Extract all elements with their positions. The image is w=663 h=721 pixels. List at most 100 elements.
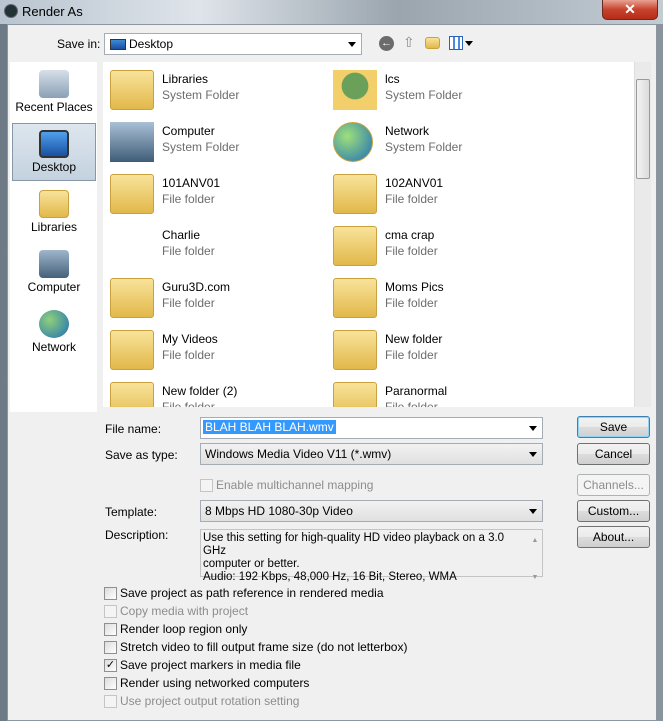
description-scrollbar[interactable]: ▲ ▼ (528, 530, 542, 581)
checkbox-box (104, 605, 117, 619)
file-item[interactable]: New folder (2) File folder (110, 378, 330, 407)
save-type-value: Windows Media Video V11 (*.wmv) (205, 447, 392, 461)
folder-icon (110, 278, 154, 318)
save-type-select[interactable]: Windows Media Video V11 (*.wmv) (200, 443, 543, 465)
file-name-input[interactable]: BLAH BLAH BLAH.wmv (200, 417, 543, 439)
file-name: Network (385, 124, 430, 138)
desktop-icon (39, 130, 69, 158)
file-item[interactable]: Paranormal File folder (333, 378, 553, 407)
view-dropdown-icon[interactable] (465, 41, 473, 46)
file-name: Computer (162, 124, 215, 138)
file-name: 101ANV01 (162, 176, 221, 190)
save-in-combo[interactable]: Desktop (104, 33, 362, 55)
file-name: Guru3D.com (162, 280, 231, 294)
file-item[interactable]: New folder File folder (333, 326, 553, 374)
option-label: Stretch video to fill output frame size … (120, 640, 408, 654)
file-type: File folder (162, 296, 215, 310)
chevron-down-icon (529, 452, 537, 457)
file-item[interactable]: Charlie File folder (110, 222, 330, 270)
computer-icon (110, 122, 154, 162)
place-label: Recent Places (15, 100, 93, 114)
file-item[interactable]: Guru3D.com File folder (110, 274, 330, 322)
cancel-button[interactable]: Cancel (577, 443, 650, 465)
file-name: 102ANV01 (385, 176, 444, 190)
file-name: Paranormal (385, 384, 448, 398)
file-type: File folder (385, 192, 438, 206)
place-network[interactable]: Network (12, 304, 96, 362)
save-button[interactable]: Save (577, 416, 650, 438)
channels-button[interactable]: Channels... (577, 474, 650, 496)
libraries-icon (39, 190, 69, 218)
place-recent-places[interactable]: Recent Places (12, 64, 96, 122)
file-type: File folder (385, 244, 438, 258)
app-icon (4, 4, 18, 18)
chevron-down-icon (529, 509, 537, 514)
option-label: Render using networked computers (120, 676, 310, 690)
back-icon[interactable]: ← (379, 36, 394, 51)
option-label: Use project output rotation setting (120, 694, 300, 708)
option-checkbox[interactable]: ✓ Save project markers in media file (104, 658, 301, 674)
folder-icon (110, 382, 154, 407)
save-type-label: Save as type: (105, 448, 178, 462)
option-label: Save project as path reference in render… (120, 586, 384, 600)
description-box: Use this setting for high-quality HD vid… (200, 529, 543, 583)
file-type: File folder (385, 348, 438, 362)
file-name: Charlie (162, 228, 201, 242)
file-list-scrollbar[interactable] (634, 62, 651, 407)
template-value: 8 Mbps HD 1080-30p Video (205, 504, 353, 518)
multichannel-label: Enable multichannel mapping (216, 478, 374, 492)
folder-icon (333, 330, 377, 370)
checkbox-box (104, 641, 117, 655)
user-folder-icon (333, 70, 377, 110)
folder-icon (333, 382, 377, 407)
file-item[interactable]: 102ANV01 File folder (333, 170, 553, 218)
file-type: File folder (162, 244, 215, 258)
option-checkbox[interactable]: Save project as path reference in render… (104, 586, 384, 602)
chevron-down-icon (529, 426, 537, 431)
place-libraries[interactable]: Libraries (12, 184, 96, 242)
description-line: Use this setting for high-quality HD vid… (203, 532, 505, 557)
file-item[interactable]: cma crap File folder (333, 222, 553, 270)
option-checkbox[interactable]: Copy media with project (104, 604, 248, 620)
folder-icon (110, 70, 154, 110)
option-label: Render loop region only (120, 622, 248, 636)
places-bar: Recent Places Desktop Libraries Computer… (10, 62, 97, 412)
up-folder-icon[interactable]: ⇧ (403, 34, 415, 51)
file-item[interactable]: Moms Pics File folder (333, 274, 553, 322)
template-select[interactable]: 8 Mbps HD 1080-30p Video (200, 500, 543, 522)
multichannel-checkbox[interactable]: Enable multichannel mapping (200, 478, 373, 494)
save-in-value: Desktop (129, 37, 174, 51)
option-checkbox[interactable]: Render loop region only (104, 622, 247, 638)
checkbox-box (104, 695, 117, 709)
view-menu-icon[interactable] (449, 36, 463, 50)
close-button[interactable]: ✕ (602, 0, 658, 20)
custom-button[interactable]: Custom... (577, 500, 650, 522)
file-type: System Folder (162, 88, 240, 102)
window-title: Render As (22, 4, 83, 19)
save-in-label: Save in: (57, 37, 101, 51)
file-name: Libraries (162, 72, 209, 86)
file-item[interactable]: Computer System Folder (110, 118, 330, 166)
file-item[interactable]: My Videos File folder (110, 326, 330, 374)
file-name: My Videos (162, 332, 218, 346)
place-label: Desktop (31, 160, 77, 174)
scrollbar-thumb[interactable] (636, 79, 650, 179)
place-computer[interactable]: Computer (12, 244, 96, 302)
new-folder-icon[interactable] (425, 37, 440, 49)
folder-icon (110, 174, 154, 214)
file-item[interactable]: lcs System Folder (333, 66, 553, 114)
description-label: Description: (105, 528, 169, 542)
folder-icon (110, 226, 154, 266)
file-item[interactable]: 101ANV01 File folder (110, 170, 330, 218)
option-checkbox[interactable]: Stretch video to fill output frame size … (104, 640, 407, 656)
option-checkbox[interactable]: Use project output rotation setting (104, 694, 299, 710)
file-item[interactable]: Network System Folder (333, 118, 553, 166)
template-label: Template: (105, 505, 158, 519)
file-item[interactable]: Libraries System Folder (110, 66, 330, 114)
title-bar (0, 0, 663, 24)
file-list: Libraries System Folder lcs System Folder Co… (103, 62, 651, 407)
place-desktop[interactable]: Desktop (12, 123, 96, 181)
file-type: System Folder (385, 88, 463, 102)
about-button[interactable]: About... (577, 526, 650, 548)
option-checkbox[interactable]: Render using networked computers (104, 676, 309, 692)
